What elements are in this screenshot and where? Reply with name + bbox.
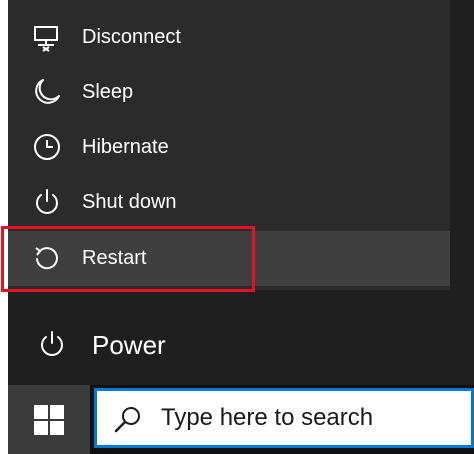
menu-item-shut-down[interactable]: Shut down (8, 175, 450, 230)
search-box[interactable]: Type here to search (94, 388, 474, 448)
restart-icon (35, 247, 58, 270)
menu-item-label: Shut down (82, 191, 177, 213)
menu-item-label: Sleep (82, 81, 134, 103)
search-placeholder: Type here to search (161, 404, 374, 431)
menu-item-label: Disconnect (82, 26, 181, 48)
windows-logo-icon (34, 405, 64, 435)
clock-icon (34, 134, 60, 160)
start-button[interactable] (8, 385, 90, 454)
taskbar: Type here to search (8, 385, 474, 454)
left-edge (0, 0, 8, 385)
moon-icon (35, 79, 60, 104)
power-label: Power (92, 330, 166, 360)
menu-item-hibernate[interactable]: Hibernate (8, 120, 450, 175)
power-options-menu: Disconnect Sleep Hibernate Shut down Res… (8, 0, 450, 290)
disconnect-icon (34, 26, 58, 52)
menu-item-label: Hibernate (82, 136, 169, 158)
search-icon (114, 407, 140, 433)
menu-item-label: Restart (82, 247, 147, 269)
menu-item-sleep[interactable]: Sleep (8, 65, 450, 120)
menu-item-restart[interactable]: Restart (8, 231, 450, 286)
power-icon (41, 331, 63, 356)
menu-item-disconnect[interactable]: Disconnect (8, 10, 450, 65)
power-button[interactable]: Power (8, 316, 474, 374)
power-icon (36, 189, 58, 214)
